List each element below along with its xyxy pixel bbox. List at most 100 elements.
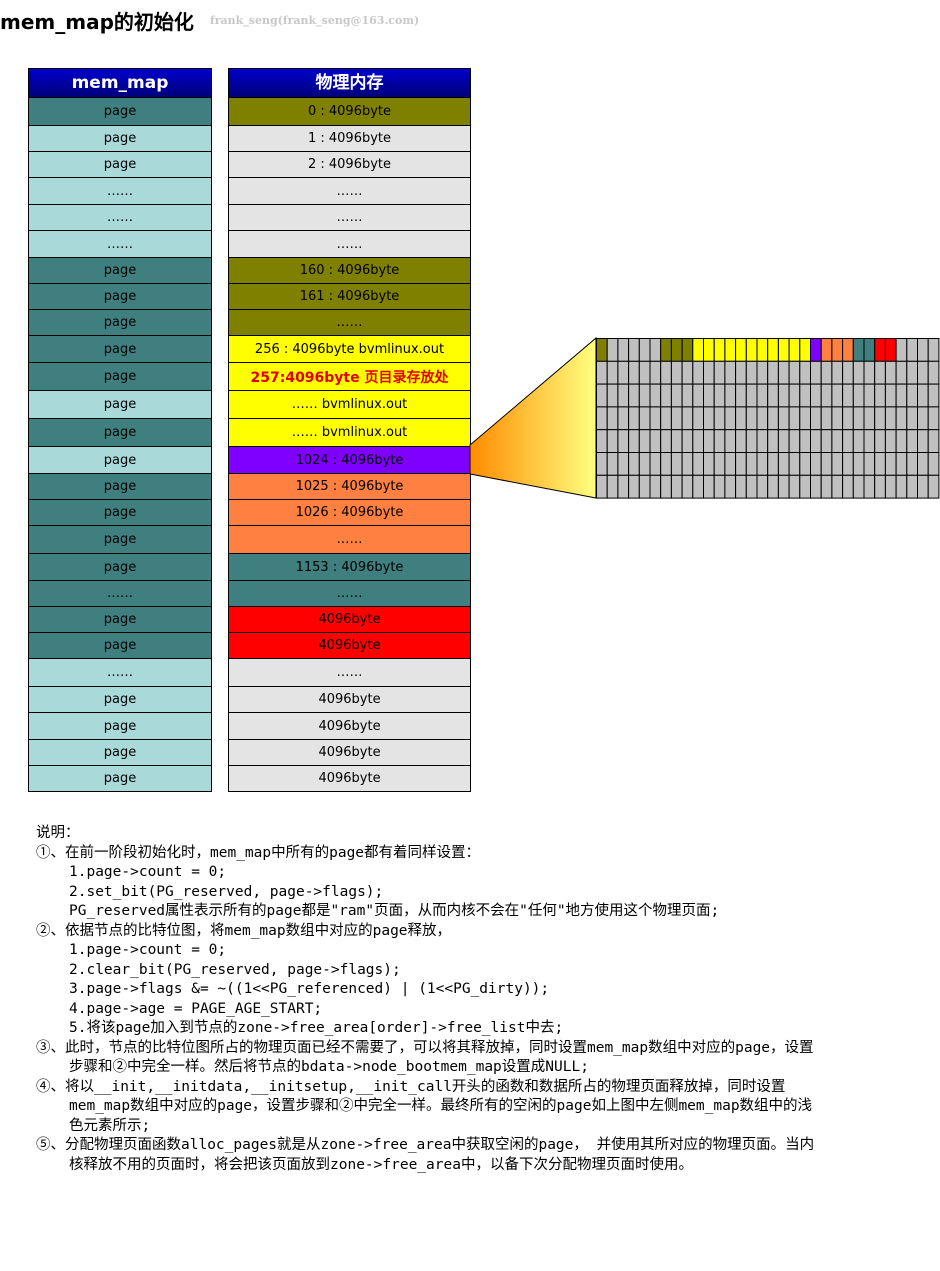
bitmap-cell [681, 338, 694, 362]
bitmap-cell [735, 338, 747, 362]
bitmap-cell [617, 338, 630, 362]
bitmap-cell [756, 360, 769, 385]
bitmap-cell [628, 452, 640, 476]
mem-map-row: page [28, 553, 211, 580]
bitmap-cell [810, 360, 822, 385]
bitmap-cell [863, 383, 876, 408]
bitmap-cell [767, 360, 779, 385]
bitmap-cell [713, 406, 726, 431]
bitmap-cell [863, 338, 876, 362]
bitmap-cell [660, 383, 672, 408]
bitmap-cell [788, 452, 801, 476]
bitmap-cell [842, 429, 854, 453]
bitmap-cell [810, 452, 822, 476]
bitmap-cell [745, 360, 758, 385]
bitmap-cell [724, 474, 737, 499]
mem-map-row: page [28, 525, 211, 553]
bitmap-cell [831, 474, 844, 499]
bitmap-cell [660, 338, 672, 362]
physical-memory-row: …… [228, 580, 470, 606]
bitmap-cell [831, 383, 844, 408]
bitmap-cell [628, 383, 640, 408]
bitmap-cell [884, 474, 897, 499]
bitmap-cell [917, 474, 929, 499]
bitmap-cell [831, 338, 844, 362]
bitmap-cell [767, 406, 779, 431]
bitmap-cell [617, 360, 630, 385]
bitmap-cell [638, 383, 651, 408]
bitmap-cell [713, 452, 726, 476]
bitmap-cell [628, 406, 640, 431]
bitmap-cell [927, 452, 940, 476]
bitmap-cell [596, 429, 608, 453]
bitmap-cell [863, 474, 876, 499]
bitmap-cell [756, 452, 769, 476]
bitmap-cell [810, 383, 822, 408]
bitmap-cell [799, 360, 812, 385]
bitmap-cell [606, 406, 619, 431]
bitmap-cell [735, 383, 747, 408]
bitmap-cell [927, 429, 940, 453]
bitmap-cell [756, 474, 769, 499]
note-2-step-4: 4.page->age = PAGE_AGE_START; [69, 1000, 323, 1017]
bitmap-cell [703, 338, 715, 362]
notes-section: 说明： ①、在前一阶段初始化时，mem_map中所有的page都有着同样设置： … [36, 824, 826, 1175]
bitmap-cell [917, 338, 929, 362]
bitmap-cell [628, 429, 640, 453]
bitmap-cell [788, 406, 801, 431]
bitmap-cell [670, 360, 683, 385]
bitmap-cell [820, 429, 833, 453]
bitmap-cell [617, 474, 630, 499]
bitmap-cell [788, 360, 801, 385]
bitmap-cell [820, 452, 833, 476]
bitmap-cell [810, 429, 822, 453]
bitmap-cell [799, 474, 812, 499]
bitmap-cell [638, 474, 651, 499]
bitmap-cell [703, 406, 715, 431]
bitmap-cell [649, 452, 662, 476]
bitmap-cell [831, 360, 844, 385]
note-1-step-2: 2.set_bit(PG_reserved, page->flags); [69, 883, 384, 900]
bitmap-cell [820, 383, 833, 408]
note-5: ⑤、分配物理页面函数alloc_pages就是从zone->free_area中… [36, 1137, 815, 1173]
bitmap-cell [596, 383, 608, 408]
zoom-callout-shape [469, 336, 597, 499]
bitmap-cell [895, 383, 908, 408]
bitmap-cell [895, 474, 908, 499]
bitmap-cell [617, 383, 630, 408]
physical-memory-row: 4096byte [228, 765, 470, 791]
bitmap-cell [660, 452, 672, 476]
bitmap-cell [681, 383, 694, 408]
bitmap-cell [628, 474, 640, 499]
bitmap-cell [596, 338, 608, 362]
bitmap-cell [842, 383, 854, 408]
bitmap-cell [906, 406, 918, 431]
bitmap-cell [670, 383, 683, 408]
bitmap-cell [842, 474, 854, 499]
bitmap-cell [852, 383, 865, 408]
bitmap-cell [724, 383, 737, 408]
bitmap-cell [788, 474, 801, 499]
bitmap-cell [820, 474, 833, 499]
bitmap-cell [852, 360, 865, 385]
bitmap-cell [874, 338, 886, 362]
bitmap-cell [777, 452, 790, 476]
bitmap-cell [799, 383, 812, 408]
bitmap-cell [799, 452, 812, 476]
physical-memory-row: 4096byte [228, 739, 470, 765]
bitmap-cell [692, 360, 705, 385]
bitmap-cell [884, 406, 897, 431]
bitmap-cell [906, 360, 918, 385]
physical-memory-row: 4096byte [228, 632, 470, 658]
bitmap-cell [670, 406, 683, 431]
bitmap-cell [884, 452, 897, 476]
bitmap-cell [906, 452, 918, 476]
bitmap-cell [863, 429, 876, 453]
bitmap-cell [745, 383, 758, 408]
bitmap-cell [884, 338, 897, 362]
bitmap-cell [810, 474, 822, 499]
bitmap-cell [756, 383, 769, 408]
bitmap-cell [863, 406, 876, 431]
bitmap-cell [799, 429, 812, 453]
bitmap-cell [906, 429, 918, 453]
